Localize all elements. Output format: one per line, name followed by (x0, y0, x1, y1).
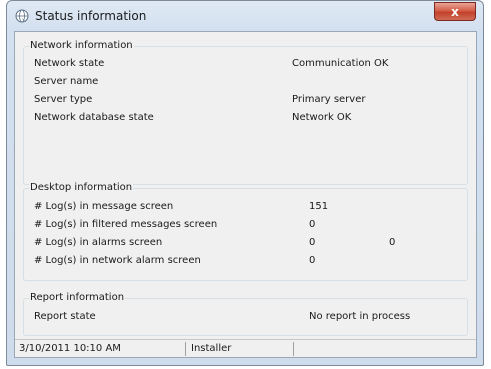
row-label: # Log(s) in alarms screen (34, 237, 163, 248)
network-alarm-screen-row: # Log(s) in network alarm screen 0 (34, 254, 457, 268)
network-group-title: Network information (29, 40, 134, 52)
row-label: Network state (34, 58, 105, 69)
network-database-state-row: Network database state Network OK (34, 111, 457, 125)
row-label: # Log(s) in message screen (34, 201, 174, 212)
row-value: 0 (309, 219, 316, 230)
row-label: Network database state (34, 112, 154, 123)
row-value: Primary server (292, 94, 366, 105)
close-icon: x (451, 4, 459, 19)
title-bar[interactable]: Status information x (7, 1, 483, 31)
globe-icon (15, 9, 29, 23)
row-label: Report state (34, 311, 96, 322)
network-state-row: Network state Communication OK (34, 57, 457, 71)
status-user: Installer (191, 343, 232, 354)
desktop-information-group: Desktop information # Log(s) in message … (23, 182, 468, 281)
client-area: Network information Network state Commun… (14, 31, 477, 358)
report-state-row: Report state No report in process (34, 310, 457, 324)
status-datetime: 3/10/2011 10:10 AM (19, 343, 121, 354)
status-divider (293, 342, 294, 356)
alarms-screen-row: # Log(s) in alarms screen 0 0 (34, 236, 457, 250)
row-label: # Log(s) in network alarm screen (34, 255, 201, 266)
message-screen-row: # Log(s) in message screen 151 (34, 200, 457, 214)
status-divider (185, 342, 186, 356)
row-value: No report in process (309, 311, 411, 322)
report-information-group: Report information Report state No repor… (23, 292, 468, 336)
close-button[interactable]: x (434, 2, 476, 21)
row-value: 151 (309, 201, 329, 212)
row-value: Network OK (292, 112, 352, 123)
row-value-2: 0 (389, 237, 396, 248)
network-information-group: Network information Network state Commun… (23, 40, 468, 185)
row-value: 0 (309, 255, 316, 266)
status-bar: 3/10/2011 10:10 AM Installer (15, 339, 476, 357)
row-value: Communication OK (292, 58, 389, 69)
row-label: Server name (34, 76, 99, 87)
row-value: 0 (309, 237, 316, 248)
window-title: Status information (35, 9, 147, 23)
server-type-row: Server type Primary server (34, 93, 457, 107)
report-group-title: Report information (29, 292, 126, 304)
filtered-messages-row: # Log(s) in filtered messages screen 0 (34, 218, 457, 232)
row-label: # Log(s) in filtered messages screen (34, 219, 218, 230)
desktop-group-title: Desktop information (29, 182, 134, 194)
row-label: Server type (34, 94, 93, 105)
status-window: Status information x Network information… (6, 0, 484, 366)
server-name-row: Server name (34, 75, 457, 89)
